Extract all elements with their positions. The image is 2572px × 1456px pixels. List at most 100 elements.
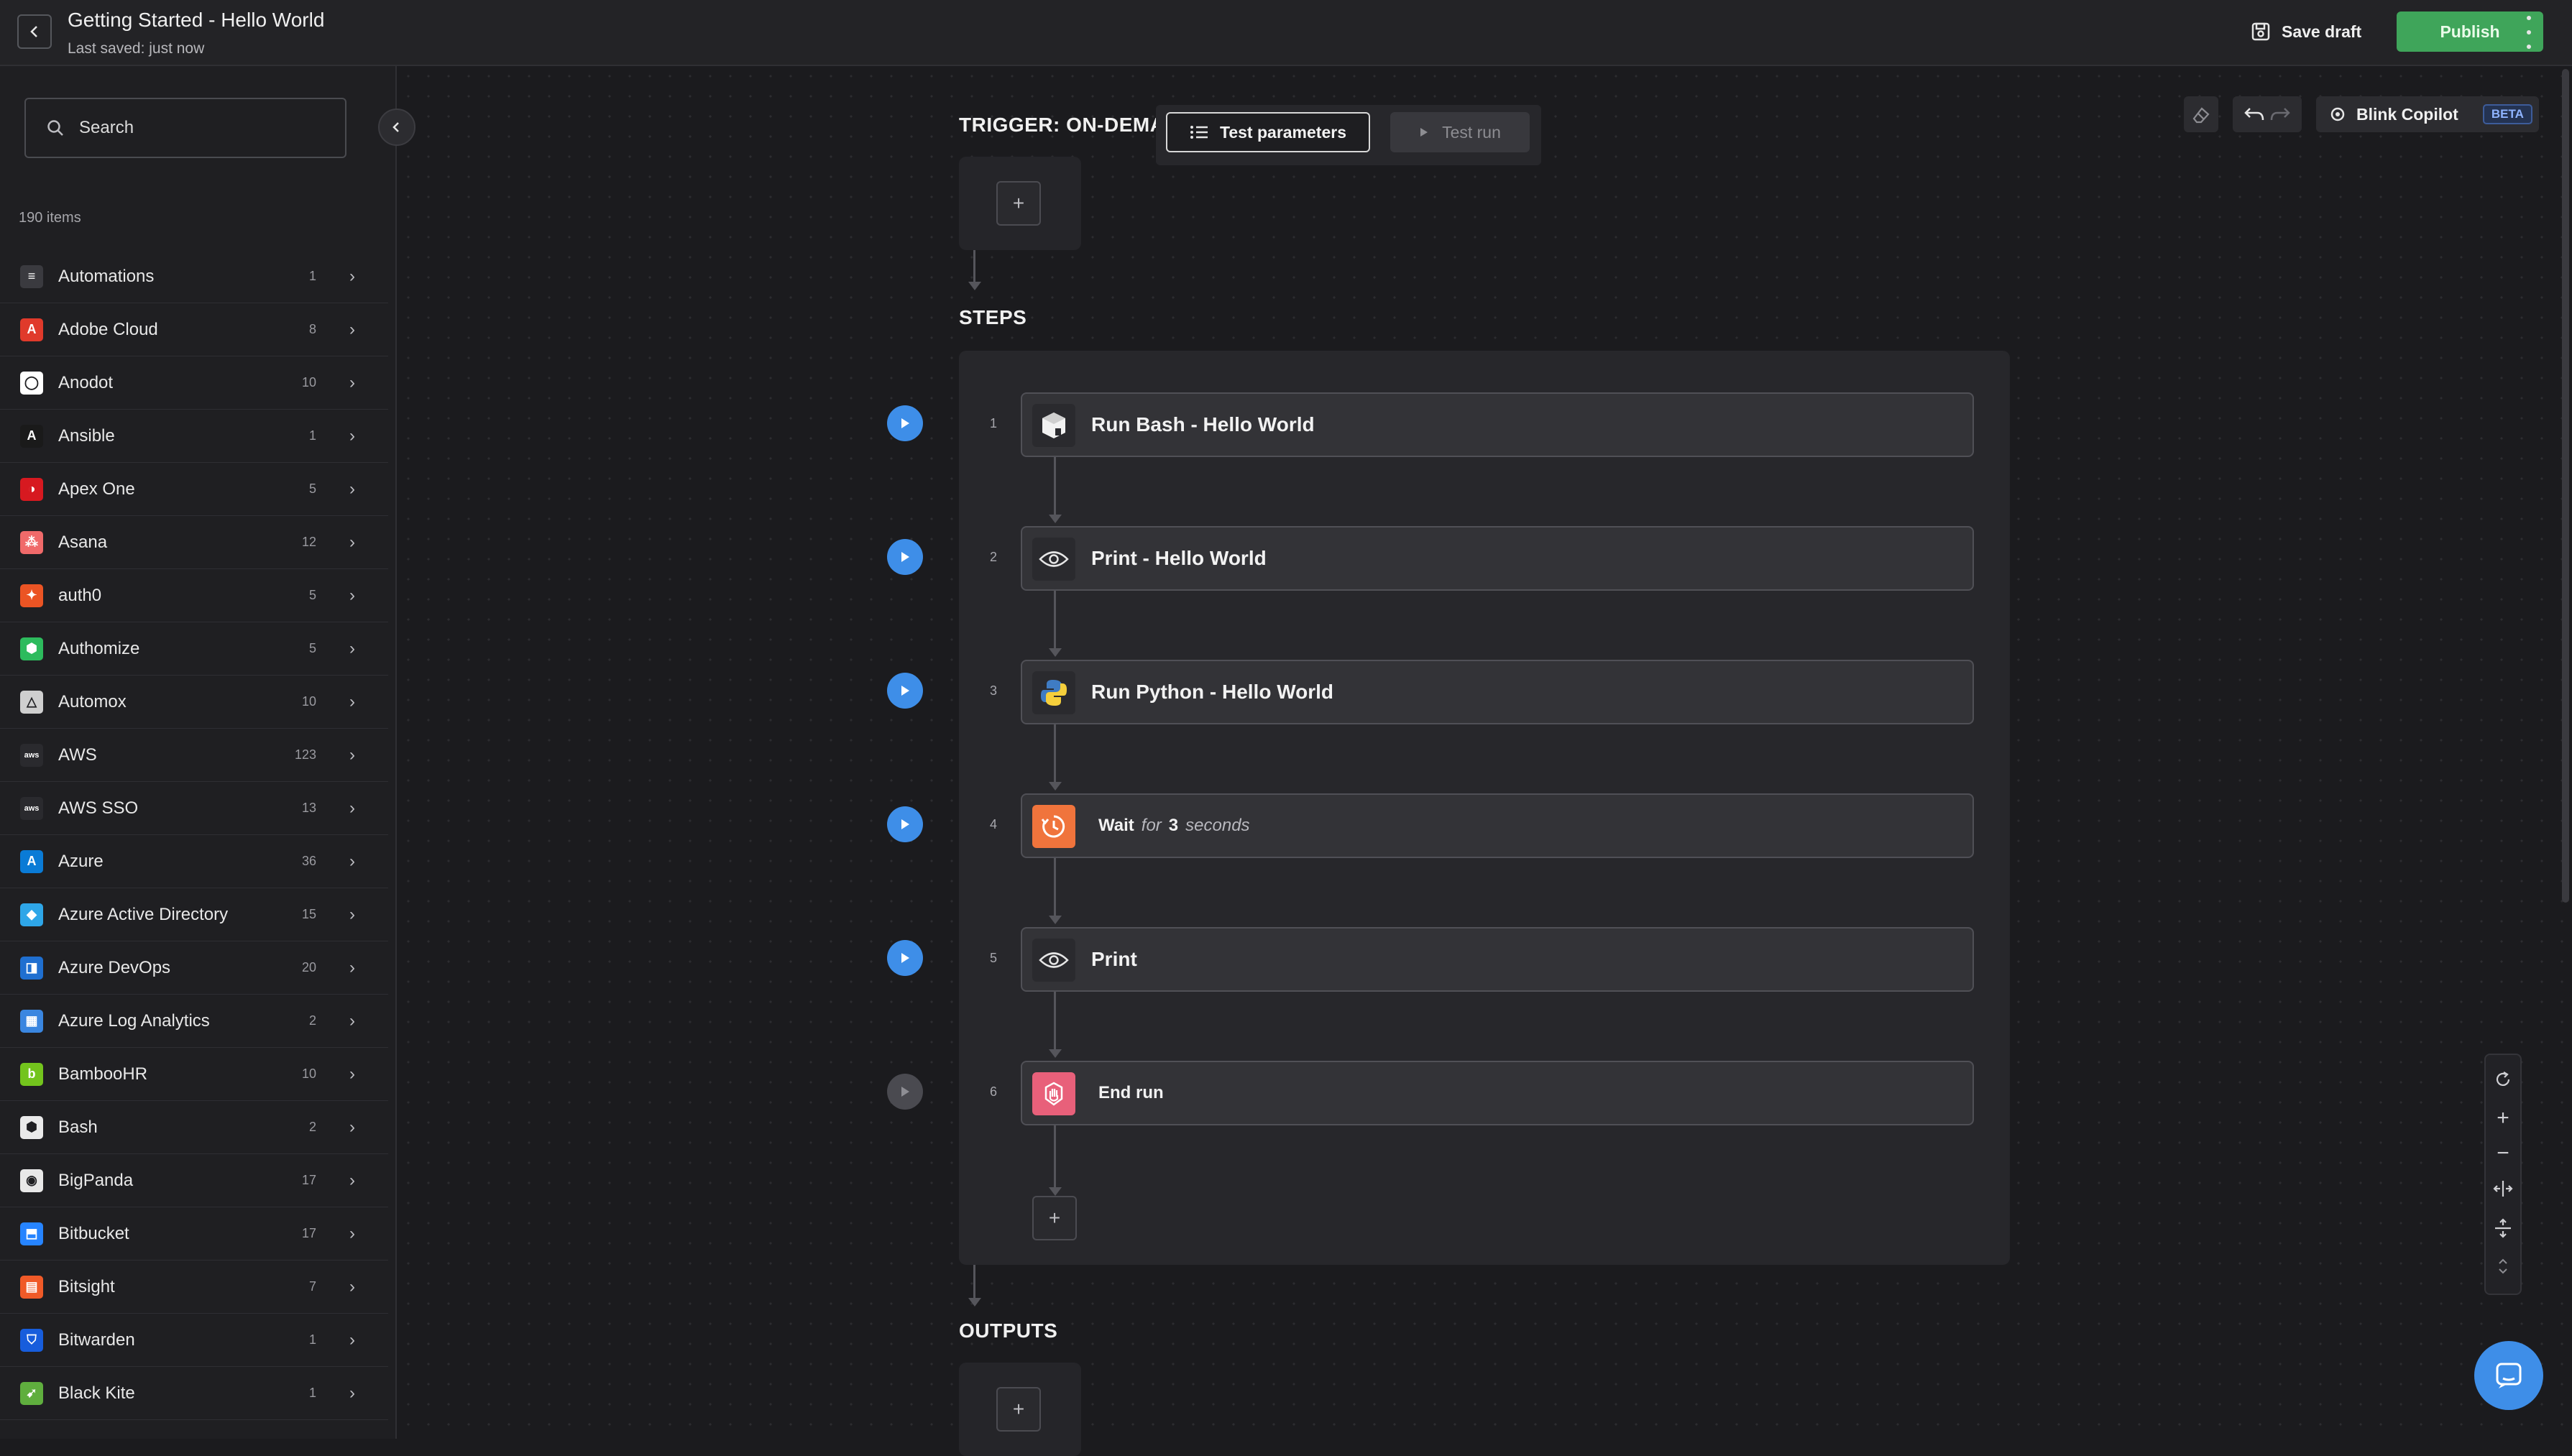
- sidebar-item-label: AWS: [58, 745, 97, 765]
- sidebar-item-black-kite[interactable]: ➹ Black Kite 1 ›: [0, 1367, 388, 1420]
- chevron-left-icon: [30, 26, 37, 37]
- undo-redo-group: [2233, 96, 2302, 132]
- sidebar-item-bigpanda[interactable]: ◉ BigPanda 17 ›: [0, 1154, 388, 1207]
- step-connector: [1054, 1125, 1056, 1192]
- chevron-right-icon: ›: [349, 851, 355, 871]
- sidebar-item-apex-one[interactable]: ◑ Apex One 5 ›: [0, 463, 388, 516]
- step-card-run-bash[interactable]: Run Bash - Hello World: [1021, 392, 1974, 457]
- run-step-button-disabled[interactable]: [887, 1074, 923, 1110]
- test-parameters-label: Test parameters: [1220, 122, 1346, 142]
- sidebar-item-bitsight[interactable]: ▤ Bitsight 7 ›: [0, 1261, 388, 1314]
- sidebar-item-count: 2: [308, 1120, 316, 1134]
- run-step-button[interactable]: [887, 405, 923, 441]
- run-step-button[interactable]: [887, 940, 923, 976]
- chat-icon: [2496, 1363, 2522, 1388]
- step-card-run-python[interactable]: Run Python - Hello World: [1021, 660, 1974, 724]
- add-output-button[interactable]: +: [996, 1387, 1041, 1432]
- step-card-wait[interactable]: Wait for 3 seconds: [1021, 793, 1974, 858]
- arrow-down-icon: [968, 282, 981, 290]
- fit-horizontal-icon[interactable]: [2489, 1178, 2517, 1204]
- sidebar-item-bitbucket[interactable]: ⬒ Bitbucket 17 ›: [0, 1207, 388, 1261]
- step-card-end-run[interactable]: End run: [1021, 1061, 1974, 1125]
- sidebar-item-bitwarden[interactable]: ⛉ Bitwarden 1 ›: [0, 1314, 388, 1367]
- sidebar-item-azure-active-directory[interactable]: ◆ Azure Active Directory 15 ›: [0, 888, 388, 941]
- play-icon: [901, 686, 909, 696]
- aws-sso-icon: aws: [20, 796, 43, 820]
- sidebar-item-label: Black Kite: [58, 1383, 135, 1403]
- bitsight-icon: ▤: [20, 1275, 43, 1299]
- sidebar-item-label: Adobe Cloud: [58, 319, 158, 339]
- chevron-right-icon: ›: [349, 1010, 355, 1031]
- sidebar-item-bash[interactable]: ⬢ Bash 2 ›: [0, 1101, 388, 1154]
- aws-icon: aws: [20, 743, 43, 767]
- sidebar-item-label: Bash: [58, 1117, 98, 1137]
- save-icon: [2251, 22, 2270, 41]
- add-trigger-button[interactable]: +: [996, 181, 1041, 226]
- sidebar-item-azure[interactable]: A Azure 36 ›: [0, 835, 388, 888]
- sidebar-item-label: Bitsight: [58, 1276, 115, 1296]
- sidebar-item-label: AWS SSO: [58, 798, 139, 818]
- sidebar-item-aws-sso[interactable]: aws AWS SSO 13 ›: [0, 782, 388, 835]
- chevron-right-icon: ›: [349, 798, 355, 818]
- workflow-title[interactable]: Getting Started - Hello World: [68, 9, 324, 32]
- sidebar-item-label: Anodot: [58, 372, 114, 392]
- blink-copilot-button[interactable]: Blink Copilot BETA: [2316, 96, 2539, 132]
- save-draft-button[interactable]: Save draft: [2250, 17, 2361, 46]
- sidebar-item-azure-devops[interactable]: ◨ Azure DevOps 20 ›: [0, 941, 388, 995]
- redo-icon[interactable]: [2267, 104, 2292, 124]
- sidebar-item-asana[interactable]: ⁂ Asana 12 ›: [0, 516, 388, 569]
- test-run-button[interactable]: Test run: [1390, 112, 1530, 152]
- sidebar-item-bamboohr[interactable]: b BambooHR 10 ›: [0, 1048, 388, 1101]
- chat-support-button[interactable]: [2474, 1341, 2543, 1410]
- collapse-sidebar-button[interactable]: [378, 109, 415, 146]
- expand-icon[interactable]: [2489, 1257, 2517, 1280]
- add-step-button[interactable]: +: [1032, 1196, 1077, 1240]
- sidebar-item-label: BigPanda: [58, 1170, 134, 1190]
- test-parameters-button[interactable]: Test parameters: [1166, 112, 1370, 152]
- sidebar-item-label: Azure Log Analytics: [58, 1010, 210, 1031]
- sidebar-item-authomize[interactable]: ⬢ Authomize 5 ›: [0, 622, 388, 676]
- sidebar-item-anodot[interactable]: ◯ Anodot 10 ›: [0, 356, 388, 410]
- sidebar-item-aws[interactable]: aws AWS 123 ›: [0, 729, 388, 782]
- step-card-print-hello[interactable]: Print - Hello World: [1021, 526, 1974, 591]
- integrations-sidebar: Search 190 items ≡ Automations 1 › A Adobe Cl…: [0, 66, 397, 1439]
- undo-icon[interactable]: [2243, 104, 2267, 124]
- trigger-connector: [973, 250, 975, 283]
- chevron-left-icon: [392, 122, 399, 132]
- bitwarden-icon: ⛉: [20, 1328, 43, 1352]
- bigpanda-icon: ◉: [20, 1169, 43, 1192]
- run-step-button[interactable]: [887, 806, 923, 842]
- step-title: Print: [1091, 948, 1137, 970]
- back-button[interactable]: [17, 14, 52, 49]
- more-menu-icon[interactable]: [2522, 16, 2536, 49]
- chevron-right-icon: ›: [349, 266, 355, 286]
- authomize-icon: ⬢: [20, 637, 43, 660]
- sidebar-item-automations[interactable]: ≡ Automations 1 ›: [0, 250, 388, 303]
- eraser-button[interactable]: [2184, 96, 2218, 132]
- run-step-button[interactable]: [887, 673, 923, 709]
- sidebar-item-label: Automox: [58, 691, 127, 711]
- sidebar-item-label: Authomize: [58, 638, 140, 658]
- fit-vertical-icon[interactable]: [2489, 1217, 2517, 1243]
- bitbucket-icon: ⬒: [20, 1222, 43, 1245]
- sidebar-item-automox[interactable]: △ Automox 10 ›: [0, 676, 388, 729]
- sidebar-item-count: 2: [308, 1013, 316, 1028]
- step-number: 5: [989, 951, 997, 965]
- search-input[interactable]: Search: [24, 98, 346, 158]
- zoom-out-icon[interactable]: −: [2489, 1142, 2517, 1164]
- sidebar-item-count: 1: [308, 1332, 316, 1347]
- step-number: 3: [989, 683, 997, 698]
- sidebar-item-adobe-cloud[interactable]: A Adobe Cloud 8 ›: [0, 303, 388, 356]
- zoom-in-icon[interactable]: +: [2489, 1107, 2517, 1129]
- sidebar-item-azure-log-analytics[interactable]: ▦ Azure Log Analytics 2 ›: [0, 995, 388, 1048]
- sidebar-item-count: 10: [301, 694, 316, 709]
- sidebar-item-auth0[interactable]: ✦ auth0 5 ›: [0, 569, 388, 622]
- reset-view-icon[interactable]: [2489, 1069, 2517, 1094]
- wait-value[interactable]: 3: [1169, 816, 1178, 835]
- canvas-scrollbar[interactable]: [2562, 69, 2569, 903]
- step-card-print[interactable]: Print: [1021, 927, 1974, 992]
- trigger-label: TRIGGER: ON-DEMAN: [959, 114, 1180, 136]
- sidebar-item-count: 5: [308, 641, 316, 655]
- sidebar-item-ansible[interactable]: A Ansible 1 ›: [0, 410, 388, 463]
- run-step-button[interactable]: [887, 539, 923, 575]
